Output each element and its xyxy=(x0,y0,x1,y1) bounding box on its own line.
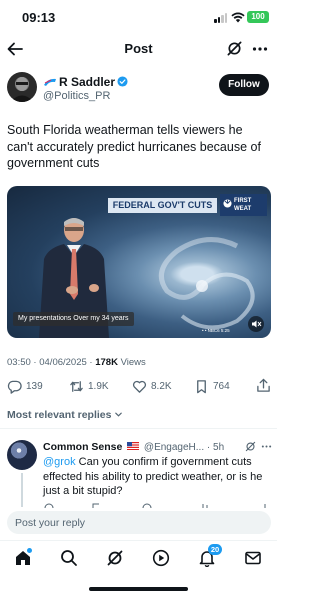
post-date: 04/06/2025 xyxy=(39,357,87,368)
views-count: 178K xyxy=(95,357,118,368)
post-time: 03:50 xyxy=(7,357,31,368)
bottom-tab-bar: 20 xyxy=(0,540,277,576)
meta-separator: · xyxy=(33,357,37,368)
reply-time: 5h xyxy=(213,442,225,453)
more-options-icon[interactable] xyxy=(251,40,269,58)
search-icon xyxy=(61,550,77,566)
divider xyxy=(0,428,277,429)
bookmark-icon xyxy=(197,380,206,394)
status-time: 09:13 xyxy=(22,10,56,25)
notifications-badge: 20 xyxy=(208,544,222,555)
video-caption: My presentations Over my 34 years xyxy=(13,312,134,326)
peacock-logo-icon xyxy=(223,199,232,208)
tab-notifications[interactable]: 20 xyxy=(198,544,222,568)
flag-icon xyxy=(44,78,56,86)
video-watermark: • • NBC6 5:25 xyxy=(202,328,230,333)
author-handle[interactable]: @Politics_PR xyxy=(43,90,110,102)
mute-toggle[interactable] xyxy=(248,316,264,332)
reply-body: Can you confirm if government cuts effec… xyxy=(43,456,263,497)
grok-icon[interactable] xyxy=(226,40,243,57)
tab-video[interactable] xyxy=(152,549,170,567)
meta-separator: · xyxy=(89,357,93,368)
new-posts-dot xyxy=(27,548,32,553)
tab-home[interactable] xyxy=(14,548,32,567)
top-navigation: Post xyxy=(0,34,277,64)
reply-header: Common Sense @EngageH... · 5h xyxy=(43,441,273,453)
play-circle-icon xyxy=(152,549,170,567)
views-label: Views xyxy=(120,357,146,368)
post-text: South Florida weatherman tells viewers h… xyxy=(7,123,261,170)
reply-author-avatar[interactable] xyxy=(7,440,37,470)
tab-search[interactable] xyxy=(60,549,78,567)
chevron-down-icon xyxy=(115,412,123,417)
post-video[interactable]: FEDERAL GOV'T CUTS FIRST WEAT My present… xyxy=(7,186,271,338)
station-logo: FIRST WEAT xyxy=(220,194,267,216)
reply-composer[interactable] xyxy=(7,511,271,534)
post-author: R Saddler @Politics_PR Follow xyxy=(0,70,277,110)
post-meta: 03:50 · 04/06/2025 · 178K Views xyxy=(7,357,146,368)
video-headline-banner: FEDERAL GOV'T CUTS xyxy=(108,198,217,213)
reply-author-name[interactable]: Common Sense xyxy=(43,441,122,453)
reply-text: @grok Can you confirm if government cuts… xyxy=(43,455,273,499)
home-indicator xyxy=(89,587,188,591)
like-count: 8.2K xyxy=(151,381,172,392)
us-flag-icon xyxy=(127,442,140,450)
repost-count: 1.9K xyxy=(88,381,109,392)
wifi-icon xyxy=(231,12,245,23)
heart-icon xyxy=(133,380,146,393)
post-actions: 139 1.9K 8.2K 764 xyxy=(0,378,277,400)
status-bar: 09:13 100 xyxy=(0,0,277,34)
author-name[interactable]: R Saddler xyxy=(43,75,128,89)
video-clock: 5:25 xyxy=(220,328,230,333)
reply-author-handle[interactable]: @EngageH... xyxy=(144,442,204,453)
repost-icon xyxy=(70,381,83,392)
speaker-muted-icon xyxy=(252,320,262,328)
replies-sort-dropdown[interactable]: Most relevant replies xyxy=(7,409,123,421)
tab-messages[interactable] xyxy=(244,549,262,567)
share-icon[interactable] xyxy=(256,378,271,393)
watermark-text: • • NBC6 xyxy=(202,328,220,333)
reply-icon xyxy=(7,380,22,394)
mail-icon xyxy=(245,551,261,565)
reply-item[interactable]: Common Sense @EngageH... · 5h @grok Can … xyxy=(0,433,277,508)
follow-button[interactable]: Follow xyxy=(219,74,269,96)
reply-separator: · xyxy=(206,442,211,453)
sort-label: Most relevant replies xyxy=(7,409,112,421)
reply-input[interactable] xyxy=(15,515,255,530)
grok-icon xyxy=(107,550,123,566)
verified-badge-icon xyxy=(117,76,128,87)
tab-grok[interactable] xyxy=(106,549,124,567)
author-avatar[interactable] xyxy=(7,72,37,102)
bookmark-count: 764 xyxy=(213,381,230,392)
thread-line xyxy=(21,473,23,507)
reply-more-icon[interactable] xyxy=(261,441,272,452)
cellular-signal-icon xyxy=(214,13,228,23)
station-logo-line1: FIRST xyxy=(234,198,252,204)
reply-count: 139 xyxy=(26,381,43,392)
battery-indicator: 100 xyxy=(247,11,269,23)
reply-actions-row xyxy=(44,503,266,508)
author-name-text: R Saddler xyxy=(59,75,116,89)
reply-mention[interactable]: @grok xyxy=(43,456,76,468)
station-logo-line2: WEAT xyxy=(234,206,252,212)
grok-icon[interactable] xyxy=(245,441,256,452)
